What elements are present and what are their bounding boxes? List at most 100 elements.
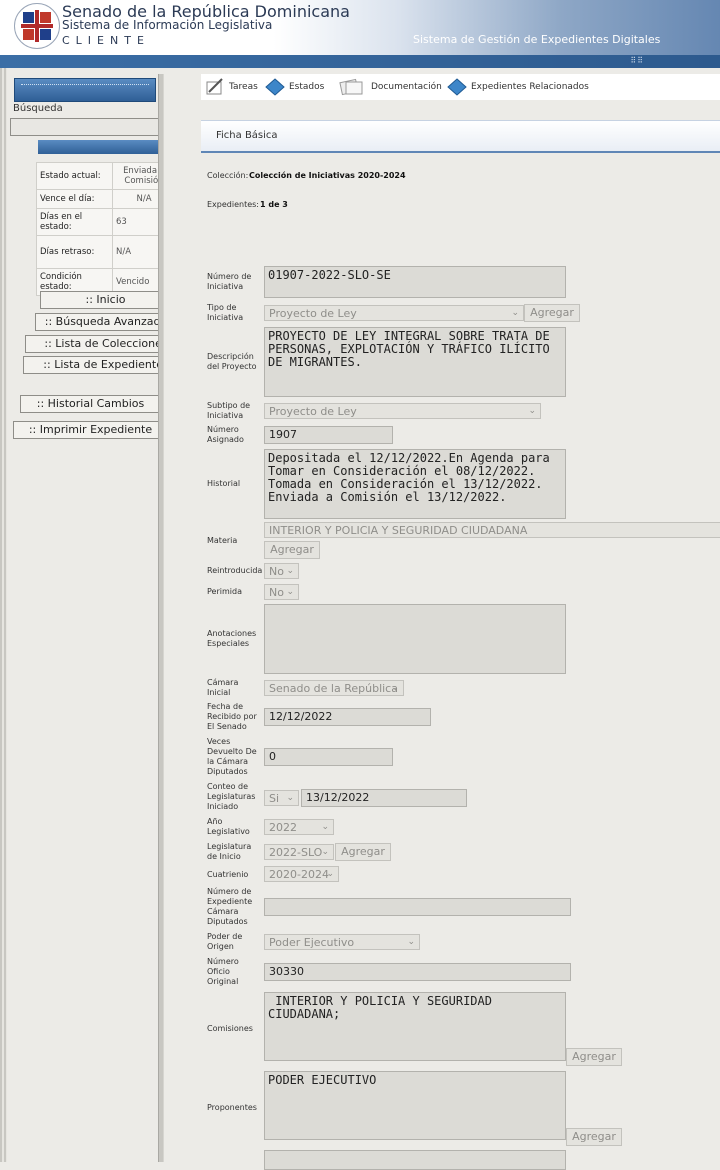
subtipo-select[interactable]: Proyecto de Ley ⌄ [264, 403, 541, 419]
select-value: Proyecto de Ley [269, 307, 357, 320]
next-field[interactable] [264, 1150, 566, 1170]
search-label: Búsqueda [13, 103, 63, 114]
numero-iniciativa-field[interactable]: 01907-2022-SLO-SE [264, 266, 566, 298]
poder-origen-select[interactable]: Poder Ejecutivo ⌄ [264, 934, 420, 950]
field-label: Número Asignado [207, 425, 244, 444]
chevron-down-icon: ⌄ [511, 308, 519, 318]
diamond-icon [265, 78, 285, 96]
sidebar-header-bar [14, 78, 156, 102]
header-subtitle: Sistema de Información Legislativa [62, 18, 273, 32]
historial-field[interactable]: Depositada el 12/12/2022.En Agenda para … [264, 449, 566, 519]
sidebar: Búsqueda Estado actual: Enviada a Comisi… [8, 74, 202, 1162]
field-label: Comisiones [207, 1024, 253, 1033]
grip-icon: ⠿⠿ [630, 56, 644, 65]
agregar-proponente-button[interactable]: Agregar [566, 1128, 622, 1146]
expedientes-label: Expedientes: [207, 200, 260, 209]
coat-of-arms-logo [14, 3, 60, 49]
status-label: Días en el estado: [36, 208, 113, 236]
sidebar-gutter [163, 74, 201, 1162]
cuatrienio-select[interactable]: 2020-2024 ⌄ [264, 866, 339, 882]
imprimir-expediente-button[interactable]: :: Imprimir Expediente [13, 421, 168, 439]
chevron-down-icon: ⌄ [286, 566, 294, 576]
section-title: Ficha Básica [216, 130, 278, 141]
field-label: Historial [207, 479, 241, 488]
agregar-comision-button[interactable]: Agregar [566, 1048, 622, 1066]
camara-inicial-select[interactable]: Senado de la República ⌄ [264, 680, 404, 696]
sidebar-status-bar [38, 140, 178, 154]
tab-label: Estados [289, 82, 325, 92]
table-row: Días retraso: N/A [36, 235, 176, 269]
select-value: Senado de la República [269, 682, 398, 695]
select-value: No [269, 586, 284, 599]
veces-devuelto-field[interactable]: 0 [264, 748, 393, 766]
conteo-legislaturas-date[interactable]: 13/12/2022 [301, 789, 467, 807]
chevron-down-icon: ⌄ [286, 587, 294, 597]
chevron-down-icon: ⌄ [321, 822, 329, 832]
field-label: Cámara Inicial [207, 678, 239, 697]
tab-label: Tareas [229, 82, 258, 92]
agregar-legislatura-button[interactable]: Agregar [335, 843, 391, 861]
select-value: 2020-2024 [269, 868, 329, 881]
tabs-bar: Tareas Estados Documentación Expedientes… [201, 74, 720, 100]
tab-expedientes-relacionados[interactable]: Expedientes Relacionados [447, 76, 592, 98]
main-content: Tareas Estados Documentación Expedientes… [201, 74, 720, 1170]
field-label: Anotaciones Especiales [207, 629, 257, 648]
field-label: Cuatrienio [207, 870, 249, 879]
tab-estados[interactable]: Estados [265, 76, 333, 98]
field-label: Subtipo de Iniciativa [207, 401, 251, 420]
left-edge [0, 68, 7, 1162]
status-label: Días retraso: [36, 235, 113, 269]
field-label: Fecha de Recibido por El Senado [207, 702, 257, 731]
chevron-down-icon: ⌄ [528, 406, 536, 416]
tab-tareas[interactable]: Tareas [205, 76, 265, 98]
app-header: Senado de la República Dominicana Sistem… [0, 0, 720, 55]
select-value: Si [269, 792, 280, 805]
busqueda-avanzada-button[interactable]: :: Búsqueda Avanzada [35, 313, 177, 331]
conteo-legislaturas-select[interactable]: Si ⌄ [264, 790, 299, 806]
field-label: Proponentes [207, 1103, 257, 1112]
reintroducida-select[interactable]: No ⌄ [264, 563, 299, 579]
agregar-materia-button[interactable]: Agregar [264, 541, 320, 559]
anio-legislativo-select[interactable]: 2022 ⌄ [264, 819, 334, 835]
materia-list[interactable]: INTERIOR Y POLICIA Y SEGURIDAD CIUDADANA [264, 522, 720, 538]
expedientes-value: 1 de 3 [260, 200, 288, 209]
agregar-tipo-button[interactable]: Agregar [524, 304, 580, 322]
tab-label: Expedientes Relacionados [471, 82, 589, 92]
perimida-select[interactable]: No ⌄ [264, 584, 299, 600]
numero-expediente-diputados-field[interactable] [264, 898, 571, 916]
table-row: Estado actual: Enviada a Comisión [36, 162, 176, 190]
documents-icon [339, 78, 363, 96]
header-system-name: Sistema de Gestión de Expedientes Digita… [413, 33, 661, 46]
search-input[interactable] [10, 118, 176, 136]
field-label: Reintroducida [207, 566, 263, 575]
tab-documentacion[interactable]: Documentación [337, 76, 445, 98]
field-label: Perimida [207, 587, 242, 596]
diamond-icon [447, 78, 467, 96]
descripcion-field[interactable]: PROYECTO DE LEY INTEGRAL SOBRE TRATA DE … [264, 327, 566, 397]
numero-asignado-field[interactable]: 1907 [264, 426, 393, 444]
section-header-bar [201, 120, 720, 153]
numero-oficio-field[interactable]: 30330 [264, 963, 571, 981]
select-value: 2022 [269, 821, 297, 834]
field-label: Conteo de Legislaturas Iniciado [207, 782, 256, 811]
tipo-iniciativa-select[interactable]: Proyecto de Ley ⌄ [264, 305, 524, 321]
fecha-recibido-field[interactable]: 12/12/2022 [264, 708, 431, 726]
status-label: Estado actual: [36, 162, 113, 190]
comisiones-field[interactable]: INTERIOR Y POLICIA Y SEGURIDAD CIUDADANA… [264, 992, 566, 1061]
historial-cambios-button[interactable]: :: Historial Cambios [20, 395, 161, 413]
legislatura-inicio-select[interactable]: 2022-SLO ⌄ [264, 844, 334, 860]
proponentes-field[interactable]: PODER EJECUTIVO [264, 1071, 566, 1140]
field-label: Legislatura de Inicio [207, 842, 252, 861]
tab-label: Documentación [371, 82, 442, 92]
inicio-button[interactable]: :: Inicio [40, 291, 171, 309]
field-label: Número de Expediente Cámara Diputados [207, 887, 253, 926]
field-label: Descripción del Proyecto [207, 352, 257, 371]
chevron-down-icon: ⌄ [321, 847, 329, 857]
field-label: Materia [207, 536, 238, 545]
anotaciones-field[interactable] [264, 604, 566, 674]
nav-band: ⠿⠿ [0, 55, 720, 68]
field-label: Número Oficio Original [207, 957, 239, 986]
table-row: Vence el día: N/A [36, 189, 176, 209]
select-value: Proyecto de Ley [269, 405, 357, 418]
coleccion-value: Colección de Iniciativas 2020-2024 [249, 171, 406, 180]
